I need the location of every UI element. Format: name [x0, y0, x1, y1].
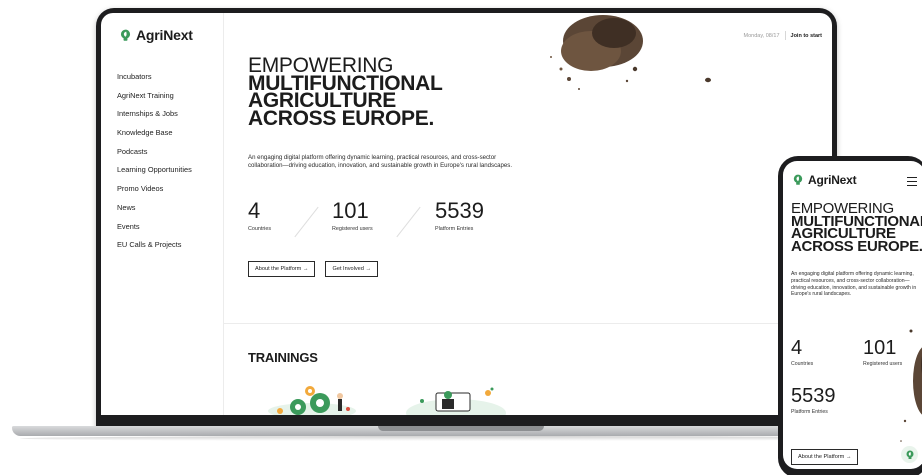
stat-registered-users: 101 Registered users — [332, 198, 373, 233]
get-involved-button[interactable]: Get Involved → — [325, 261, 379, 277]
sidebar-item-eu-calls-projects[interactable]: EU Calls & Projects — [117, 240, 192, 259]
sidebar-item-incubators[interactable]: Incubators — [117, 72, 192, 91]
online-learning-illustration — [406, 387, 506, 415]
stat-value: 101 — [332, 198, 369, 223]
join-to-start-link[interactable]: Join to start — [791, 33, 822, 39]
laptop-hinge-notch — [378, 426, 544, 431]
mobile-about-platform-button[interactable]: About the Platform → — [791, 449, 859, 465]
mobile-hero-title: EMPOWERING MULTIFUNCTIONAL AGRICULTURE A… — [791, 201, 922, 255]
mobile-fab-button[interactable] — [901, 446, 918, 463]
stat-value: 4 — [791, 337, 803, 359]
sidebar-nav: Incubators AgriNext Training Internships… — [117, 72, 192, 259]
sidebar-item-agrinext-training[interactable]: AgriNext Training — [117, 91, 192, 110]
stat-label: Countries — [791, 361, 814, 367]
stat-platform-entries: 5539 Platform Entries — [435, 198, 484, 233]
trainings-heading: TRAININGS — [248, 350, 318, 365]
phone-screen: AgriNext EMPOWERING MULTIFUNCTIONAL AGRI… — [783, 161, 922, 469]
hamburger-menu-icon[interactable] — [907, 177, 917, 188]
hero-buttons: About the Platform → Get Involved → — [248, 261, 379, 277]
soil-decoration — [550, 15, 643, 90]
mobile-hero-description: An engaging digital platform offering dy… — [791, 271, 917, 298]
stat-value: 4 — [248, 198, 261, 223]
stat-divider — [396, 206, 421, 238]
lightbulb-leaf-icon — [793, 174, 803, 185]
top-bar: Monday, 08/17 Join to start — [744, 31, 822, 40]
about-platform-button[interactable]: About the Platform → — [248, 261, 316, 277]
mobile-stat-registered-users: 101 Registered users — [863, 337, 902, 367]
current-date: Monday, 08/17 — [743, 32, 780, 39]
laptop-screen: AgriNext Incubators AgriNext Training In… — [101, 13, 832, 415]
stat-countries: 4 Countries — [248, 198, 272, 233]
stat-label: Countries — [248, 226, 272, 232]
sidebar-item-promo-videos[interactable]: Promo Videos — [117, 184, 192, 203]
sidebar: AgriNext Incubators AgriNext Training In… — [101, 13, 224, 415]
hero-description: An engaging digital platform offering dy… — [248, 154, 513, 170]
sidebar-item-internships-jobs[interactable]: Internships & Jobs — [117, 109, 192, 128]
stats-row: 4 Countries 101 Registered users 5539 Pl… — [248, 199, 548, 239]
stat-label: Platform Entries — [791, 409, 828, 415]
mobile-hero-title-line-4: ACROSS EUROPE. — [791, 237, 922, 255]
stat-divider — [294, 206, 319, 238]
sidebar-item-knowledge-base[interactable]: Knowledge Base — [117, 128, 192, 147]
lightbulb-leaf-icon — [906, 450, 913, 459]
laptop-shadow — [20, 436, 910, 441]
stat-value: 101 — [863, 337, 897, 359]
brand-logo[interactable]: AgriNext — [119, 27, 193, 43]
lightbulb-leaf-icon — [120, 29, 131, 41]
stat-value: 5539 — [435, 198, 484, 223]
sidebar-item-events[interactable]: Events — [117, 222, 192, 241]
mobile-stat-countries: 4 Countries — [791, 337, 813, 367]
sidebar-item-learning-opportunities[interactable]: Learning Opportunities — [117, 165, 192, 184]
mobile-stat-platform-entries: 5539 Platform Entries — [791, 385, 836, 415]
section-divider — [224, 323, 832, 324]
sidebar-item-news[interactable]: News — [117, 203, 192, 222]
soil-speck-decoration — [705, 77, 711, 83]
main-content: Monday, 08/17 Join to start EMPOWERING M… — [224, 13, 832, 415]
mobile-brand-name: AgriNext — [808, 173, 857, 187]
device-mockup-scene: AgriNext Incubators AgriNext Training In… — [0, 0, 922, 475]
sidebar-item-podcasts[interactable]: Podcasts — [117, 147, 192, 166]
stat-label: Platform Entries — [435, 226, 474, 232]
gears-illustration — [268, 386, 356, 415]
hero-title-line-4: ACROSS EUROPE. — [248, 106, 434, 130]
stat-label: Registered users — [332, 226, 373, 232]
mobile-brand-logo[interactable]: AgriNext — [792, 173, 857, 187]
stat-label: Registered users — [863, 361, 903, 367]
stat-value: 5539 — [791, 385, 836, 407]
brand-name: AgriNext — [136, 27, 193, 43]
topbar-divider — [784, 31, 786, 40]
hero-title: EMPOWERING MULTIFUNCTIONAL AGRICULTURE A… — [248, 55, 443, 130]
